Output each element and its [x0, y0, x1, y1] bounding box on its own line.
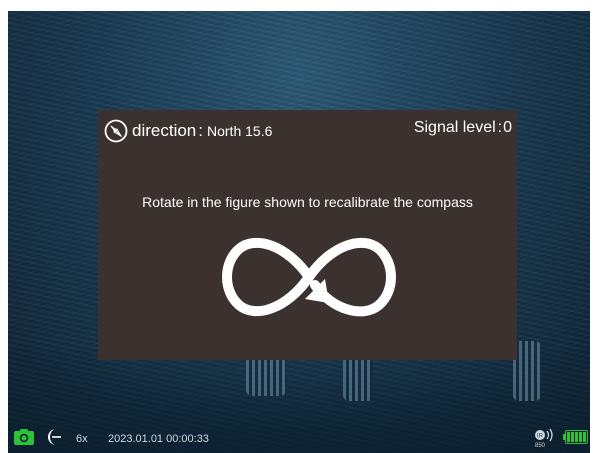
compass-icon [104, 119, 128, 143]
figure-eight-rotation-icon [222, 237, 396, 317]
scene-animal [343, 356, 373, 401]
battery-cell [575, 432, 578, 442]
status-bar: 6x 2023.01.01 00:00:33 IR 850 [8, 425, 590, 453]
zoom-level: 6x [76, 433, 88, 445]
thermal-view: direction : North 15.6 Signal level : 0 … [8, 11, 590, 453]
scene-animal [513, 341, 541, 401]
battery-cell [571, 432, 574, 442]
signal-level-readout: Signal level : 0 [414, 119, 512, 137]
battery-cell [567, 432, 570, 442]
compass-calibration-dialog: direction : North 15.6 Signal level : 0 … [98, 110, 517, 360]
signal-level-separator: : [497, 119, 503, 136]
battery-icon [563, 430, 588, 444]
ir-wavelength: 850 [535, 443, 546, 449]
date-time: 2023.01.01 00:00:33 [108, 433, 209, 445]
direction-label: direction [132, 121, 197, 140]
direction-value: North 15.6 [207, 123, 273, 139]
signal-level-value: 0 [503, 119, 512, 136]
camera-icon[interactable] [13, 428, 35, 446]
battery-cell [579, 432, 582, 442]
ir-illuminator-icon[interactable]: IR 850 [533, 427, 557, 449]
battery-cell [583, 432, 586, 442]
signal-level-label: Signal level [413, 119, 496, 136]
direction-separator: : [198, 121, 203, 140]
moon-icon[interactable] [44, 427, 62, 447]
ir-label: IR [537, 434, 544, 440]
direction-readout: direction : North 15.6 [104, 118, 272, 144]
calibration-instruction: Rotate in the figure shown to recalibrat… [142, 194, 473, 210]
